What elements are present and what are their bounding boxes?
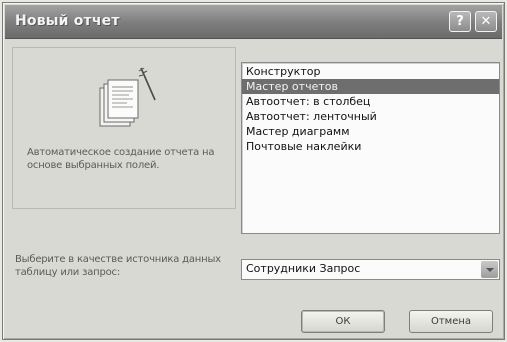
- preview-group: Автоматическое создание отчета на основе…: [12, 47, 236, 209]
- dialog-title: Новый отчет: [15, 13, 120, 29]
- title-bar[interactable]: Новый отчет ? ✕: [5, 5, 502, 39]
- report-type-item[interactable]: Почтовые наклейки: [242, 139, 499, 154]
- report-wizard-icon: [99, 67, 156, 127]
- report-type-item-selected[interactable]: Мастер отчетов: [242, 79, 499, 94]
- close-icon: ✕: [480, 14, 492, 29]
- help-icon: ?: [456, 14, 464, 29]
- report-type-item[interactable]: Автоотчет: в столбец: [242, 94, 499, 109]
- report-type-item[interactable]: Конструктор: [242, 64, 499, 79]
- help-button[interactable]: ?: [449, 11, 471, 32]
- report-type-item[interactable]: Мастер диаграмм: [242, 124, 499, 139]
- source-combobox[interactable]: Сотрудники Запрос: [241, 259, 500, 280]
- report-type-item[interactable]: Автоотчет: ленточный: [242, 109, 499, 124]
- cancel-button[interactable]: Отмена: [409, 310, 493, 333]
- wizard-description: Автоматическое создание отчета на основе…: [27, 147, 215, 171]
- new-report-dialog: Новый отчет ? ✕ Автоматическое создание …: [2, 2, 505, 340]
- source-value: Сотрудники Запрос: [246, 262, 361, 275]
- report-type-list[interactable]: Конструктор Мастер отчетов Автоотчет: в …: [241, 62, 500, 234]
- source-label: Выберите в качестве источника данных таб…: [15, 254, 221, 278]
- close-button[interactable]: ✕: [475, 11, 497, 32]
- chevron-down-icon[interactable]: [481, 261, 498, 278]
- ok-button[interactable]: ОК: [301, 310, 385, 333]
